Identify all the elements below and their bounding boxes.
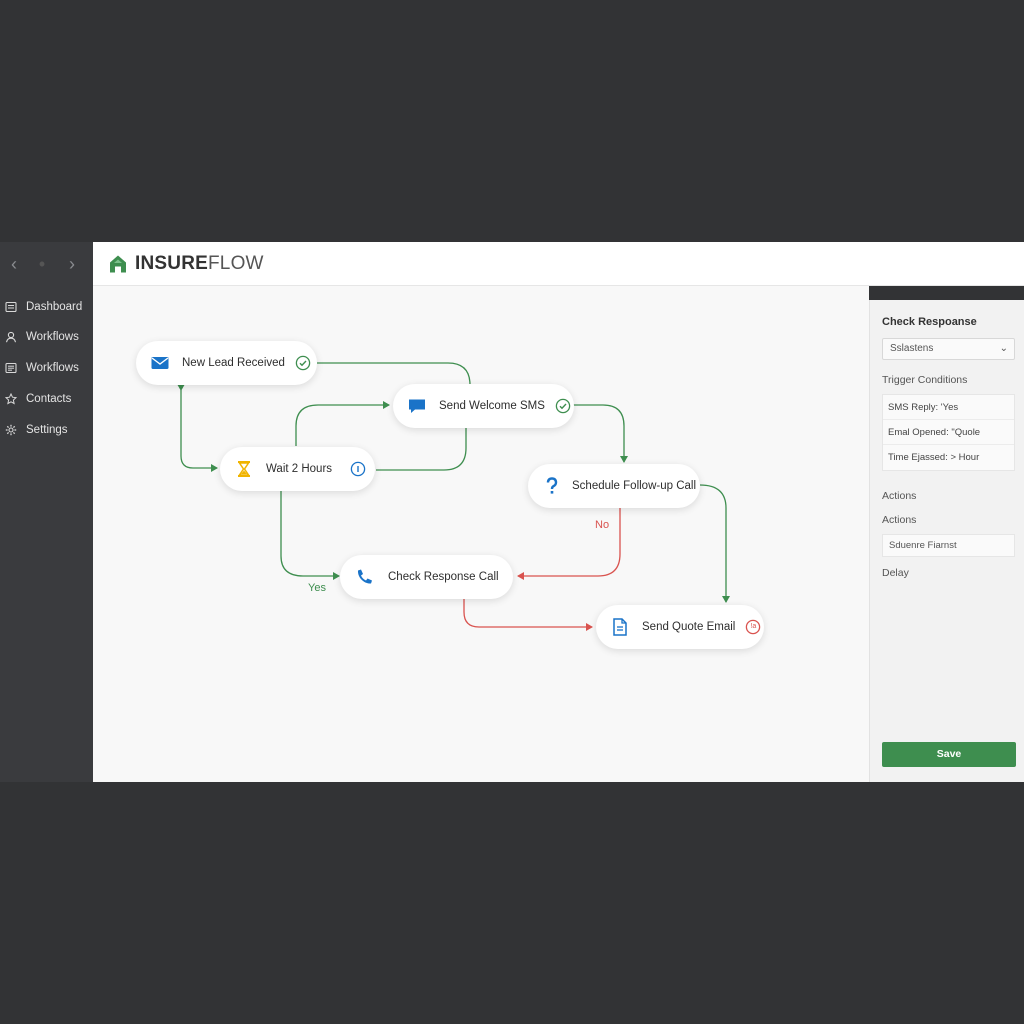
document-icon xyxy=(610,617,630,637)
forward-arrow-icon[interactable]: › xyxy=(64,254,80,274)
sidebar-item-label: Workflows xyxy=(26,362,79,374)
connector-check-to-quote xyxy=(463,599,593,631)
node-new-lead-received[interactable]: New Lead Received xyxy=(136,341,317,385)
sidebar-item-settings[interactable]: Settings xyxy=(0,418,93,442)
phone-icon xyxy=(354,567,374,587)
trigger-conditions-heading: Trigger Conditions xyxy=(882,374,968,386)
question-icon xyxy=(542,476,562,496)
check-icon xyxy=(555,398,571,414)
properties-panel: Check Respoanse Sslastens ⌄ Trigger Cond… xyxy=(869,300,1024,782)
connector-schedule-to-check xyxy=(517,507,621,580)
nav-arrows: ‹ • › xyxy=(6,254,86,274)
back-arrow-icon[interactable]: ‹ xyxy=(6,254,22,274)
node-label: Schedule Follow-up Call xyxy=(572,480,697,492)
delay-heading: Delay xyxy=(882,567,909,579)
envelope-icon xyxy=(150,353,170,373)
info-icon xyxy=(350,461,366,477)
connector-wait-to-sms xyxy=(295,401,390,446)
app-window: ‹ • › Dashboard Workflows Workflows Cont… xyxy=(0,242,1024,782)
node-label: Check Response Call xyxy=(388,571,499,583)
select-value: Sslastens xyxy=(890,343,934,354)
node-check-response-call[interactable]: Check Response Call xyxy=(340,555,513,599)
node-wait-2-hours[interactable]: Wait 2 Hours xyxy=(220,447,375,491)
node-label: Send Welcome SMS xyxy=(439,400,545,412)
node-send-quote-email[interactable]: Send Quote Email !a xyxy=(596,605,764,649)
brand-name: INSUREFLOW xyxy=(135,253,264,274)
star-icon xyxy=(0,393,22,405)
sidebar-item-label: Workflows xyxy=(26,331,79,343)
actions-heading: Actions xyxy=(882,490,917,502)
node-label: Wait 2 Hours xyxy=(266,463,333,475)
sidebar-item-workflows-list[interactable]: Workflows xyxy=(0,356,93,380)
action-input[interactable]: Sduenre Fiarnst xyxy=(882,534,1015,557)
user-icon xyxy=(0,331,22,343)
node-schedule-follow-up-call[interactable]: Schedule Follow-up Call xyxy=(528,464,700,508)
check-icon xyxy=(295,355,311,371)
app-logo[interactable]: INSUREFLOW xyxy=(108,253,264,275)
gear-icon xyxy=(0,424,22,436)
sidebar: ‹ • › Dashboard Workflows Workflows Cont… xyxy=(0,242,93,782)
panel-title: Check Respoanse xyxy=(882,316,977,328)
sidebar-item-contacts[interactable]: Contacts xyxy=(0,387,93,411)
node-label: Send Quote Email xyxy=(642,621,736,633)
save-button[interactable]: Save xyxy=(882,742,1016,767)
condition-item[interactable]: SMS Reply: 'Yes xyxy=(883,395,1014,420)
conditions-list: SMS Reply: 'Yes Emal Opened: "Quole Time… xyxy=(882,394,1015,471)
actions-subheading: Actions xyxy=(882,514,917,526)
list-icon xyxy=(0,362,22,374)
condition-item[interactable]: Time Ejassed: > Hour xyxy=(883,445,1014,470)
dot-icon: • xyxy=(38,254,46,274)
chevron-down-icon: ⌄ xyxy=(999,343,1008,354)
node-send-welcome-sms[interactable]: Send Welcome SMS xyxy=(393,384,574,428)
app-header: INSUREFLOW xyxy=(93,242,1024,286)
sidebar-item-workflows[interactable]: Workflows xyxy=(0,325,93,349)
hourglass-icon xyxy=(234,459,254,479)
connector-sms-to-wait xyxy=(376,427,467,471)
condition-item[interactable]: Emal Opened: "Quole xyxy=(883,420,1014,445)
error-code: !a xyxy=(750,623,757,630)
connector-sms-to-schedule xyxy=(573,404,628,463)
connector-lead-to-sms xyxy=(317,362,471,386)
workflow-canvas[interactable]: New Lead Received Send Welcome SMS Wait … xyxy=(93,286,869,782)
sidebar-item-dashboard[interactable]: Dashboard xyxy=(0,295,93,319)
edge-label-no: No xyxy=(595,519,610,531)
status-select[interactable]: Sslastens ⌄ xyxy=(882,338,1015,360)
error-icon: !a xyxy=(745,619,761,635)
sidebar-item-label: Settings xyxy=(26,424,68,436)
chat-icon xyxy=(407,396,427,416)
dashboard-icon xyxy=(0,301,22,313)
node-label: New Lead Received xyxy=(182,357,285,369)
sidebar-item-label: Dashboard xyxy=(26,301,83,313)
connector-lead-wait xyxy=(177,384,218,472)
connector-schedule-to-quote xyxy=(699,484,730,603)
edge-label-yes: Yes xyxy=(308,582,326,594)
connector-wait-to-check xyxy=(280,491,340,580)
house-logo-icon xyxy=(110,255,126,273)
sidebar-item-label: Contacts xyxy=(26,393,72,405)
